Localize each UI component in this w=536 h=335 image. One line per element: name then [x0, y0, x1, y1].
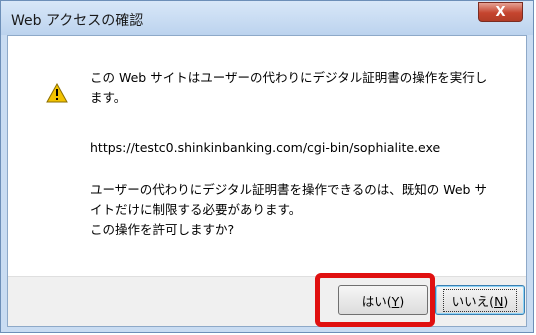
dialog-window: Web アクセスの確認 X この Web サイトはユーザーの代わりにデジタル証明…	[0, 0, 534, 333]
no-label: いいえ(N)	[442, 288, 518, 312]
close-button[interactable]: X	[478, 2, 523, 22]
message-line-2: ます。	[90, 90, 127, 105]
question-text: この操作を許可しますか?	[90, 222, 235, 237]
dialog-title: Web アクセスの確認	[11, 13, 144, 29]
message-text: この Web サイトはユーザーの代わりにデジタル証明書の操作を実行し ます。	[90, 68, 510, 108]
note-text: ユーザーの代わりにデジタル証明書を操作できるのは、既知の Web サ イトだけに…	[90, 180, 520, 240]
note-line-1: ユーザーの代わりにデジタル証明書を操作できるのは、既知の Web サ	[90, 182, 487, 197]
highlight-box	[315, 273, 435, 327]
dialog-content: この Web サイトはユーザーの代わりにデジタル証明書の操作を実行し ます。 h…	[7, 35, 527, 327]
title-bar[interactable]: Web アクセスの確認 X	[1, 1, 533, 35]
no-button[interactable]: いいえ(N)	[435, 285, 525, 315]
message-line-1: この Web サイトはユーザーの代わりにデジタル証明書の操作を実行し	[90, 70, 488, 85]
site-url: https://testc0.shinkinbanking.com/cgi-bi…	[90, 140, 441, 155]
warning-icon	[46, 82, 68, 107]
note-line-2: イトだけに制限する必要があります。	[90, 202, 302, 217]
